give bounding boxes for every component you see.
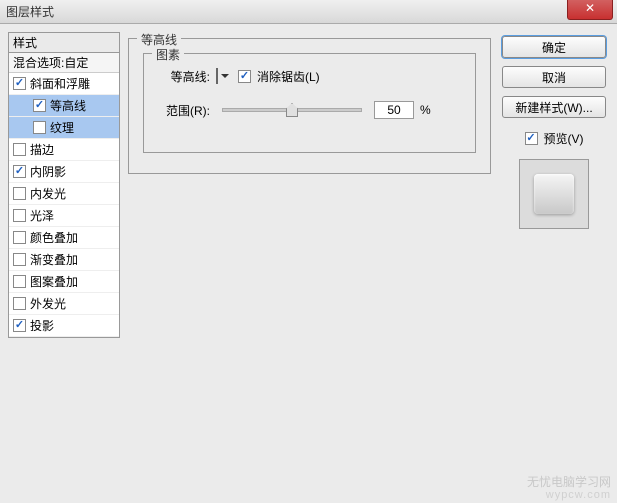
contour-label: 等高线: xyxy=(158,68,210,85)
style-checkbox[interactable] xyxy=(33,121,46,134)
range-slider[interactable] xyxy=(222,108,362,112)
style-row[interactable]: 图案叠加 xyxy=(9,271,119,293)
right-panel: 确定 取消 新建样式(W)... 预览(V) xyxy=(499,32,609,338)
styles-header[interactable]: 样式 xyxy=(9,33,119,53)
style-label: 内发光 xyxy=(30,185,66,202)
dialog-body: 样式 混合选项:自定 斜面和浮雕等高线纹理描边内阴影内发光光泽颜色叠加渐变叠加图… xyxy=(0,24,617,346)
range-label: 范围(R): xyxy=(158,102,210,119)
preview-label: 预览(V) xyxy=(544,130,584,147)
new-style-label: 新建样式(W)... xyxy=(515,99,592,116)
style-row[interactable]: 等高线 xyxy=(9,95,119,117)
style-row[interactable]: 描边 xyxy=(9,139,119,161)
style-checkbox[interactable] xyxy=(13,275,26,288)
window-title: 图层样式 xyxy=(6,3,54,20)
antialias-label: 消除锯齿(L) xyxy=(257,68,320,85)
style-label: 投影 xyxy=(30,317,54,334)
cancel-label: 取消 xyxy=(542,69,566,86)
new-style-button[interactable]: 新建样式(W)... xyxy=(502,96,606,118)
cancel-button[interactable]: 取消 xyxy=(502,66,606,88)
range-unit: % xyxy=(420,103,431,117)
style-label: 图案叠加 xyxy=(30,273,78,290)
preview-row: 预览(V) xyxy=(525,130,584,147)
preview-box xyxy=(519,159,589,229)
ok-button[interactable]: 确定 xyxy=(502,36,606,58)
style-checkbox[interactable] xyxy=(13,143,26,156)
titlebar: 图层样式 ✕ xyxy=(0,0,617,24)
close-button[interactable]: ✕ xyxy=(567,0,613,20)
style-row[interactable]: 斜面和浮雕 xyxy=(9,73,119,95)
ok-label: 确定 xyxy=(542,39,566,56)
center-panel: 等高线 图素 等高线: 消除锯齿(L) 范围(R): xyxy=(128,32,491,338)
style-checkbox[interactable] xyxy=(13,209,26,222)
style-row[interactable]: 内发光 xyxy=(9,183,119,205)
contour-group: 等高线 图素 等高线: 消除锯齿(L) 范围(R): xyxy=(128,38,491,174)
style-checkbox[interactable] xyxy=(13,77,26,90)
style-label: 渐变叠加 xyxy=(30,251,78,268)
elements-group-title: 图素 xyxy=(152,46,184,63)
style-checkbox[interactable] xyxy=(13,319,26,332)
style-label: 外发光 xyxy=(30,295,66,312)
style-row[interactable]: 渐变叠加 xyxy=(9,249,119,271)
style-row[interactable]: 外发光 xyxy=(9,293,119,315)
style-checkbox[interactable] xyxy=(13,253,26,266)
style-row[interactable]: 投影 xyxy=(9,315,119,337)
style-row[interactable]: 纹理 xyxy=(9,117,119,139)
range-slider-thumb[interactable] xyxy=(286,103,298,117)
styles-panel: 样式 混合选项:自定 斜面和浮雕等高线纹理描边内阴影内发光光泽颜色叠加渐变叠加图… xyxy=(8,32,120,338)
watermark: 无忧电脑学习网 wypcw.com xyxy=(527,476,611,501)
contour-picker[interactable] xyxy=(216,68,218,84)
style-label: 光泽 xyxy=(30,207,54,224)
style-checkbox[interactable] xyxy=(13,165,26,178)
preview-thumbnail xyxy=(534,174,574,214)
elements-group: 图素 等高线: 消除锯齿(L) 范围(R): % xyxy=(143,53,476,153)
close-icon: ✕ xyxy=(585,1,595,15)
style-checkbox[interactable] xyxy=(13,187,26,200)
preview-checkbox[interactable] xyxy=(525,132,538,145)
style-row[interactable]: 内阴影 xyxy=(9,161,119,183)
style-row[interactable]: 光泽 xyxy=(9,205,119,227)
range-input[interactable] xyxy=(374,101,414,119)
watermark-line2: wypcw.com xyxy=(527,489,611,501)
style-label: 颜色叠加 xyxy=(30,229,78,246)
style-row[interactable]: 颜色叠加 xyxy=(9,227,119,249)
range-row: 范围(R): % xyxy=(158,98,461,122)
style-checkbox[interactable] xyxy=(13,297,26,310)
watermark-line1: 无忧电脑学习网 xyxy=(527,476,611,489)
style-checkbox[interactable] xyxy=(13,231,26,244)
style-label: 等高线 xyxy=(50,97,86,114)
style-label: 描边 xyxy=(30,141,54,158)
style-label: 纹理 xyxy=(50,119,74,136)
style-label: 内阴影 xyxy=(30,163,66,180)
style-label: 斜面和浮雕 xyxy=(30,75,90,92)
style-checkbox[interactable] xyxy=(33,99,46,112)
antialias-checkbox[interactable] xyxy=(238,70,251,83)
contour-row: 等高线: 消除锯齿(L) xyxy=(158,64,461,88)
blend-options-row[interactable]: 混合选项:自定 xyxy=(9,53,119,73)
